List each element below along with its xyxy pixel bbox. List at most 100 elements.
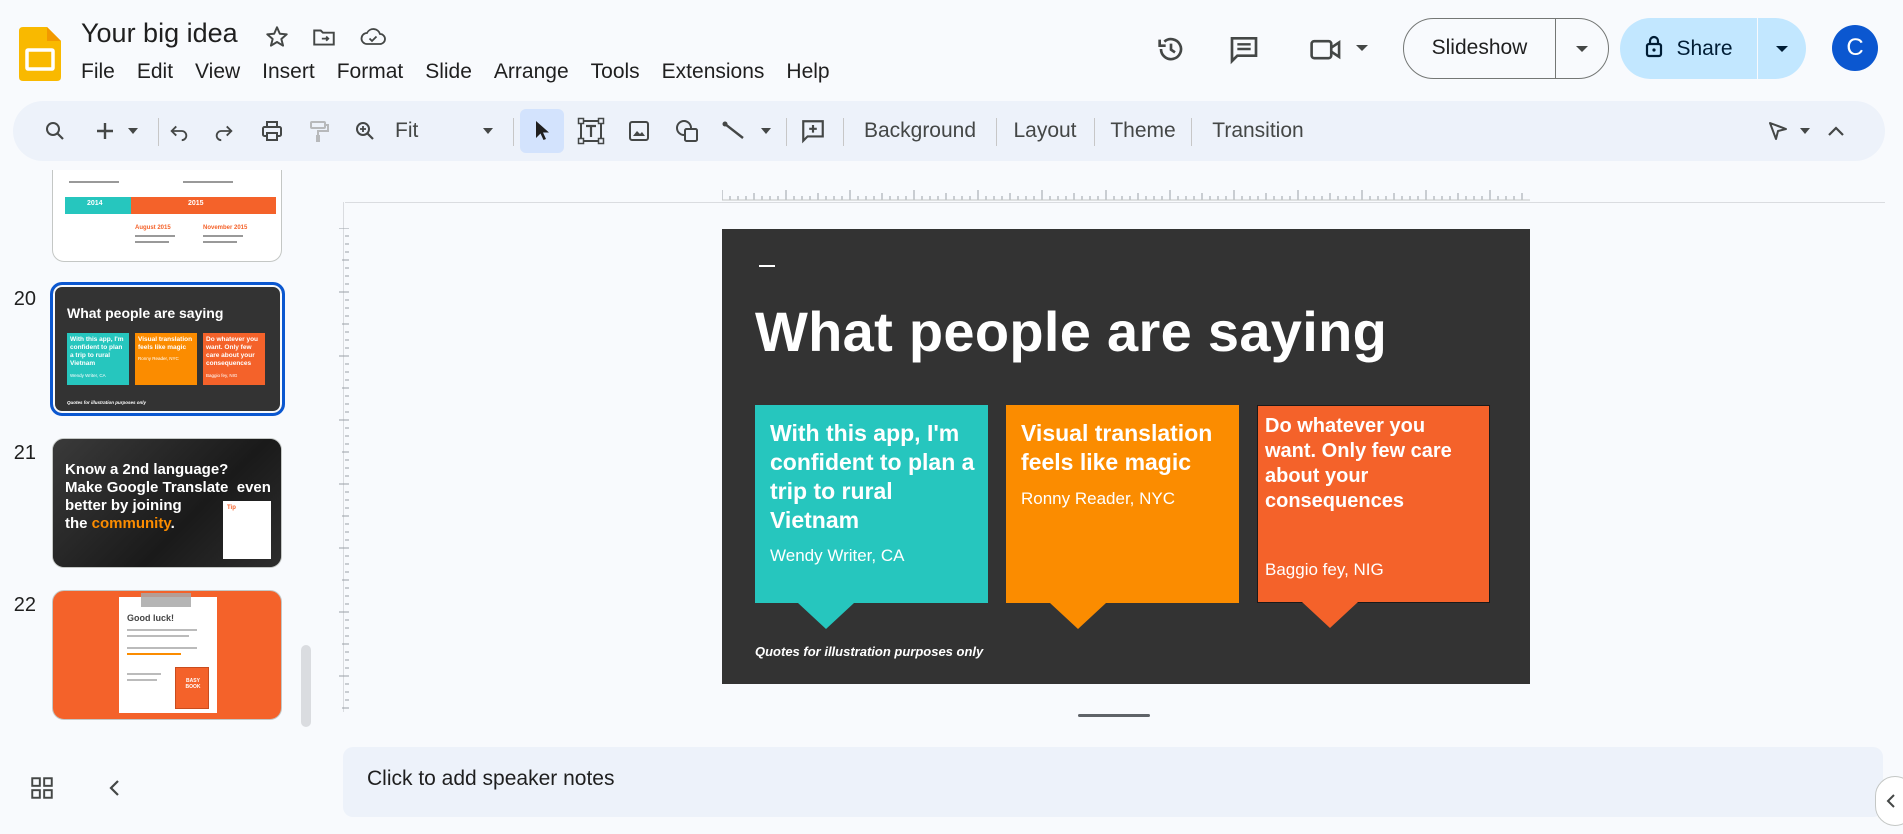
lock-icon: [1644, 34, 1664, 64]
menu-tools[interactable]: Tools: [580, 58, 651, 86]
star-icon[interactable]: [262, 22, 292, 52]
menu-extensions[interactable]: Extensions: [651, 58, 776, 86]
menu-file[interactable]: File: [70, 58, 126, 86]
menu-insert[interactable]: Insert: [251, 58, 326, 86]
move-folder-icon[interactable]: [309, 22, 339, 52]
thumb-line-1: Know a 2nd language?: [65, 461, 229, 478]
timeline-year-2: 2015: [188, 200, 204, 207]
show-side-panel-button[interactable]: [1875, 776, 1903, 826]
toolbar-divider: [996, 118, 997, 146]
timeline-event-1: August 2015: [135, 225, 171, 231]
thumb-card-1-author: Wendy Writer, CA: [70, 373, 106, 378]
toolbar-divider: [1191, 118, 1192, 146]
comments-icon[interactable]: [1225, 30, 1263, 68]
meet-dropdown-icon[interactable]: [1350, 36, 1374, 60]
background-button[interactable]: Background: [855, 101, 985, 161]
quote-card-3[interactable]: Do whatever you want. Only few care abou…: [1257, 405, 1490, 628]
menu-help[interactable]: Help: [775, 58, 840, 86]
share-button[interactable]: Share: [1620, 18, 1806, 79]
search-menus-icon[interactable]: [39, 101, 71, 161]
slide-title[interactable]: What people are saying: [755, 299, 1387, 364]
document-title[interactable]: Your big idea: [81, 18, 238, 49]
quote-card-3-author[interactable]: Baggio fey, NIG: [1265, 560, 1384, 580]
text-box-icon[interactable]: [573, 101, 609, 161]
filmstrip-panel: 2014 2015 August 2015 November 2015 20 W…: [0, 170, 320, 730]
toolbar-divider: [513, 118, 514, 146]
notes-resize-handle[interactable]: [1078, 714, 1150, 717]
slide-thumbnail-20[interactable]: What people are saying With this app, I'…: [50, 282, 285, 416]
thumb-line-4: the community.: [65, 515, 175, 532]
share-label: Share: [1676, 36, 1733, 60]
thumb-card-1-quote: With this app, I'm confident to plan a t…: [70, 336, 124, 367]
thumb-card-2: Visual translation feels like magic Ronn…: [135, 333, 197, 385]
thumb-card-3-author: Baggio fey, NIG: [206, 373, 238, 378]
slide-footnote[interactable]: Quotes for illustration purposes only: [755, 644, 983, 659]
thumb-line-3: better by joining: [65, 497, 182, 514]
new-slide-icon[interactable]: [89, 101, 121, 161]
thumb-good-luck: Good luck!: [127, 613, 174, 623]
transition-button[interactable]: Transition: [1203, 101, 1313, 161]
menu-edit[interactable]: Edit: [126, 58, 184, 86]
add-comment-icon[interactable]: [793, 101, 833, 161]
background-label: Background: [863, 119, 977, 142]
line-dropdown-icon[interactable]: [756, 101, 776, 161]
select-tool-icon[interactable]: [520, 109, 564, 153]
pointer-mode-dropdown-icon[interactable]: [1795, 101, 1815, 161]
theme-button[interactable]: Theme: [1103, 101, 1183, 161]
theme-label: Theme: [1110, 119, 1176, 142]
cloud-saved-icon[interactable]: [358, 22, 388, 52]
quote-card-1[interactable]: With this app, I'm confident to plan a t…: [755, 405, 988, 629]
grid-view-icon[interactable]: [29, 775, 55, 806]
vertical-ruler: [339, 228, 349, 709]
menu-slide[interactable]: Slide: [414, 58, 483, 86]
paint-format-icon[interactable]: [303, 101, 335, 161]
account-avatar[interactable]: C: [1832, 25, 1878, 71]
slideshow-label[interactable]: Slideshow: [1404, 19, 1556, 78]
quote-card-3-text[interactable]: Do whatever you want. Only few care abou…: [1265, 414, 1480, 514]
menu-arrange[interactable]: Arrange: [483, 58, 580, 86]
quote-card-1-text[interactable]: With this app, I'm confident to plan a t…: [770, 419, 980, 535]
speaker-notes-placeholder[interactable]: Click to add speaker notes: [367, 767, 614, 791]
thumb-text-line: [127, 635, 189, 637]
line-tool-icon[interactable]: [716, 101, 752, 161]
collapse-filmstrip-icon[interactable]: [104, 776, 126, 805]
speaker-notes[interactable]: Click to add speaker notes: [343, 747, 1883, 817]
title-accent-dash: [759, 265, 775, 267]
quote-card-2-text[interactable]: Visual translation feels like magic: [1021, 419, 1231, 477]
share-main[interactable]: Share: [1620, 18, 1758, 79]
timeline-event-2: November 2015: [203, 225, 248, 231]
quote-card-2-author[interactable]: Ronny Reader, NYC: [1021, 489, 1175, 509]
slide-thumbnail-21[interactable]: Know a 2nd language? Make Google Transla…: [52, 438, 282, 568]
collapse-menus-icon[interactable]: [1821, 101, 1851, 161]
pointer-mode-icon[interactable]: [1761, 101, 1795, 161]
slides-logo-icon[interactable]: [19, 27, 61, 81]
thumb-letter-page: Good luck! BASY BOOK: [119, 597, 217, 713]
menu-view[interactable]: View: [184, 58, 251, 86]
insert-image-icon[interactable]: [621, 101, 657, 161]
thumb-text-line: [127, 629, 197, 631]
slide-canvas[interactable]: What people are saying With this app, I'…: [722, 229, 1530, 684]
zoom-dropdown-icon[interactable]: [476, 101, 500, 161]
slideshow-button[interactable]: Slideshow: [1403, 18, 1609, 79]
quote-card-1-author[interactable]: Wendy Writer, CA: [770, 546, 904, 566]
layout-button[interactable]: Layout: [1005, 101, 1085, 161]
redo-icon[interactable]: [208, 101, 240, 161]
quote-card-2[interactable]: Visual translation feels like magic Ronn…: [1006, 405, 1239, 629]
meet-camera-icon[interactable]: [1306, 30, 1346, 68]
thumb-line-2: Make Google Translate even: [65, 479, 271, 496]
thumb-community-word: community: [91, 515, 171, 532]
slide-number-20: 20: [13, 288, 36, 310]
menu-format[interactable]: Format: [326, 58, 415, 86]
slide-thumbnail-22[interactable]: Good luck! BASY BOOK: [52, 590, 282, 720]
new-slide-dropdown-icon[interactable]: [123, 101, 143, 161]
version-history-icon[interactable]: [1152, 30, 1190, 68]
slideshow-dropdown-icon[interactable]: [1556, 44, 1608, 54]
print-icon[interactable]: [256, 101, 288, 161]
undo-icon[interactable]: [163, 101, 195, 161]
share-dropdown-icon[interactable]: [1758, 44, 1806, 54]
shape-icon[interactable]: [669, 101, 705, 161]
zoom-icon[interactable]: [349, 101, 381, 161]
slide-thumbnail-19[interactable]: 2014 2015 August 2015 November 2015: [52, 170, 282, 262]
filmstrip-scrollbar[interactable]: [301, 645, 311, 727]
slide-number-22: 22: [13, 594, 36, 616]
